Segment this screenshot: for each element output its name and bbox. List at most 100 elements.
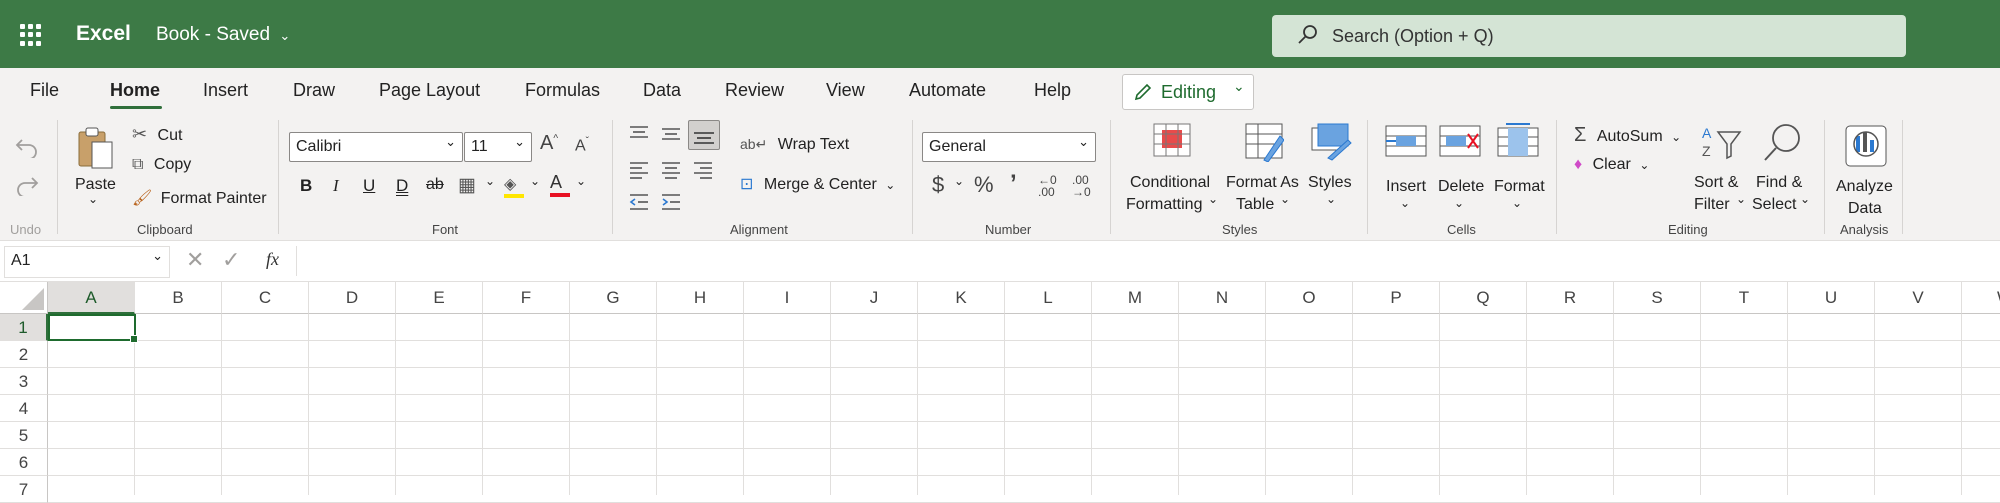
column-header[interactable]: R: [1527, 282, 1614, 314]
name-box[interactable]: A1 ⌄: [4, 246, 170, 278]
column-header[interactable]: N: [1179, 282, 1266, 314]
align-center-icon[interactable]: [660, 160, 682, 180]
italic-icon[interactable]: I: [333, 176, 339, 196]
column-header[interactable]: G: [570, 282, 657, 314]
column-header[interactable]: J: [831, 282, 918, 314]
row-header[interactable]: 7: [0, 476, 48, 503]
column-header[interactable]: Q: [1440, 282, 1527, 314]
increase-font-size-icon[interactable]: A^: [540, 132, 558, 155]
tab-home[interactable]: Home: [110, 80, 160, 101]
document-title[interactable]: Book - Saved ⌄: [156, 24, 290, 46]
column-header[interactable]: P: [1353, 282, 1440, 314]
find-select-button[interactable]: Find & Select ⌄: [1752, 122, 1812, 222]
copy-button[interactable]: ⧉ Copy: [132, 156, 191, 174]
font-size-select[interactable]: 11 ⌄: [464, 132, 532, 162]
decrease-decimal-icon[interactable]: .00 →0: [1072, 174, 1091, 198]
cell-styles-button[interactable]: Styles ⌄: [1306, 122, 1354, 222]
column-header[interactable]: E: [396, 282, 483, 314]
analyze-data-button[interactable]: Analyze Data: [1834, 122, 1898, 222]
font-color-icon[interactable]: A: [550, 172, 570, 197]
wrap-text-button[interactable]: ab↵ Wrap Text: [740, 136, 849, 154]
column-header[interactable]: T: [1701, 282, 1788, 314]
app-name[interactable]: Excel: [76, 22, 131, 46]
column-header[interactable]: I: [744, 282, 831, 314]
tab-help[interactable]: Help: [1034, 80, 1071, 101]
column-header[interactable]: D: [309, 282, 396, 314]
search-box[interactable]: Search (Option + Q): [1272, 15, 1906, 57]
cut-button[interactable]: ✂ Cut: [132, 124, 182, 145]
fill-color-icon[interactable]: ◈: [504, 174, 524, 198]
undo-icon[interactable]: [14, 134, 40, 158]
paste-button[interactable]: Paste ⌄: [70, 122, 120, 212]
clear-button[interactable]: ♦ Clear ⌄: [1574, 156, 1649, 174]
align-right-icon[interactable]: [692, 160, 714, 180]
percent-icon[interactable]: %: [974, 172, 994, 198]
borders-icon[interactable]: ▦: [458, 174, 476, 197]
cancel-icon[interactable]: ✕: [186, 247, 204, 273]
tab-draw[interactable]: Draw: [293, 80, 335, 101]
column-header[interactable]: K: [918, 282, 1005, 314]
decrease-font-size-icon[interactable]: Aˇ: [575, 136, 589, 155]
row-header[interactable]: 5: [0, 422, 48, 449]
align-left-icon[interactable]: [628, 160, 650, 180]
row-header[interactable]: 2: [0, 341, 48, 368]
row-header[interactable]: 3: [0, 368, 48, 395]
enter-icon[interactable]: ✓: [222, 247, 240, 273]
tab-view[interactable]: View: [826, 80, 865, 101]
align-bottom-button[interactable]: [688, 120, 720, 150]
column-header[interactable]: H: [657, 282, 744, 314]
editing-mode-button[interactable]: Editing ⌄: [1122, 74, 1254, 110]
currency-icon[interactable]: $: [932, 172, 944, 198]
tab-page-layout[interactable]: Page Layout: [379, 80, 480, 101]
tab-insert[interactable]: Insert: [203, 80, 248, 101]
increase-indent-icon[interactable]: [660, 192, 682, 212]
column-header[interactable]: A: [48, 282, 135, 314]
column-header[interactable]: C: [222, 282, 309, 314]
row-header[interactable]: 6: [0, 449, 48, 476]
merge-center-button[interactable]: ⊡ Merge & Center ⌄: [740, 174, 895, 194]
tab-formulas[interactable]: Formulas: [525, 80, 600, 101]
fill-handle[interactable]: [130, 335, 138, 343]
chevron-down-icon[interactable]: ⌄: [576, 174, 586, 188]
tab-data[interactable]: Data: [643, 80, 681, 101]
row-header[interactable]: 4: [0, 395, 48, 422]
delete-cells-button[interactable]: Delete ⌄: [1436, 122, 1486, 222]
select-all-corner[interactable]: [0, 282, 48, 314]
column-header[interactable]: U: [1788, 282, 1875, 314]
conditional-formatting-button[interactable]: Conditional Formatting ⌄: [1124, 122, 1218, 222]
format-cells-button[interactable]: Format ⌄: [1490, 122, 1546, 222]
format-as-table-button[interactable]: Format As Table ⌄: [1224, 122, 1304, 222]
number-format-select[interactable]: General ⌄: [922, 132, 1096, 162]
column-header[interactable]: S: [1614, 282, 1701, 314]
sort-filter-button[interactable]: AZ Sort & Filter ⌄: [1692, 122, 1748, 222]
autosum-button[interactable]: Σ AutoSum ⌄: [1574, 124, 1681, 147]
tab-file[interactable]: File: [30, 80, 59, 101]
tab-automate[interactable]: Automate: [909, 80, 986, 101]
double-underline-icon[interactable]: D: [396, 176, 408, 196]
insert-function-icon[interactable]: fx: [266, 249, 279, 270]
chevron-down-icon[interactable]: ⌄: [954, 174, 964, 188]
column-header[interactable]: V: [1875, 282, 1962, 314]
bold-icon[interactable]: B: [300, 176, 312, 196]
row-header[interactable]: 1: [0, 314, 48, 341]
decrease-indent-icon[interactable]: [628, 192, 650, 212]
column-header[interactable]: L: [1005, 282, 1092, 314]
insert-cells-button[interactable]: Insert ⌄: [1382, 122, 1432, 222]
column-header[interactable]: B: [135, 282, 222, 314]
column-header[interactable]: M: [1092, 282, 1179, 314]
column-header[interactable]: O: [1266, 282, 1353, 314]
align-middle-icon[interactable]: [660, 124, 682, 144]
align-top-icon[interactable]: [628, 124, 650, 144]
chevron-down-icon[interactable]: ⌄: [485, 174, 495, 188]
redo-icon[interactable]: [14, 172, 40, 196]
tab-review[interactable]: Review: [725, 80, 784, 101]
underline-icon[interactable]: U: [363, 176, 375, 196]
font-family-select[interactable]: Calibri ⌄: [289, 132, 463, 162]
app-launcher-icon[interactable]: [20, 24, 42, 46]
column-header[interactable]: F: [483, 282, 570, 314]
column-header[interactable]: W: [1962, 282, 2000, 314]
active-cell[interactable]: [48, 314, 138, 343]
comma-style-icon[interactable]: ’: [1010, 170, 1017, 198]
format-painter-button[interactable]: 🖌 Format Painter: [132, 188, 267, 208]
formula-input[interactable]: [296, 246, 2000, 276]
